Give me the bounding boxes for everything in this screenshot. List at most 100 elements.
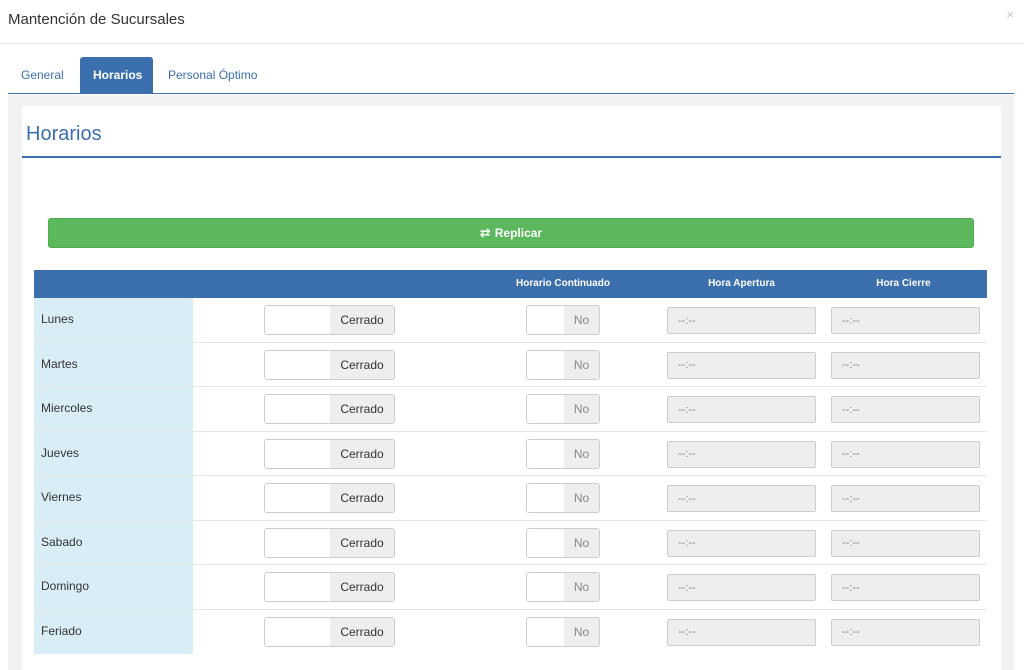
status-toggle-label: Cerrado [330, 573, 394, 601]
status-toggle[interactable]: Cerrado [264, 483, 395, 513]
opening-time-input[interactable] [667, 574, 816, 601]
table-row: Lunes Cerrado No [34, 298, 987, 343]
toggle-handle [527, 439, 565, 468]
table-header: Horario Continuado Hora Apertura Hora Ci… [34, 270, 987, 298]
modal-header: Mantención de Sucursales × [0, 0, 1024, 44]
day-cell: Domingo [34, 565, 193, 609]
opening-time-input[interactable] [667, 618, 816, 646]
status-toggle[interactable]: Cerrado [264, 438, 395, 469]
status-toggle-label: Cerrado [330, 439, 394, 468]
continuous-toggle-label: No [564, 395, 599, 423]
opening-time-input[interactable] [667, 351, 816, 379]
opening-time-input[interactable] [667, 396, 816, 423]
day-label: Miercoles [41, 401, 93, 415]
table-row: Domingo Cerrado No [34, 565, 987, 610]
continuous-toggle[interactable]: No [526, 483, 600, 513]
table-body: Lunes Cerrado No Martes Cerrado No Miercoles Ce… [34, 298, 987, 654]
continuous-toggle[interactable]: No [526, 572, 600, 602]
schedule-table: Horario Continuado Hora Apertura Hora Ci… [34, 270, 987, 654]
day-label: Lunes [41, 312, 74, 326]
header-open: Hora Apertura [708, 278, 775, 289]
status-toggle-label: Cerrado [330, 350, 394, 379]
status-toggle-label: Cerrado [330, 528, 394, 557]
day-cell: Viernes [34, 476, 193, 520]
table-row: Feriado Cerrado No [34, 609, 987, 654]
replicar-label: Replicar [494, 226, 543, 240]
section-title: Horarios [26, 123, 102, 145]
tab-personal-optimo[interactable]: Personal Óptimo [155, 57, 270, 94]
toggle-handle [527, 484, 565, 512]
day-label: Jueves [41, 445, 80, 460]
toggle-handle [265, 573, 331, 601]
closing-time-input[interactable] [831, 440, 980, 468]
closing-time-input[interactable] [831, 351, 980, 379]
closing-time-input[interactable] [831, 307, 980, 334]
continuous-toggle[interactable]: No [526, 616, 600, 647]
tab-horarios[interactable]: Horarios [80, 57, 153, 94]
status-toggle-label: Cerrado [330, 306, 394, 334]
day-cell: Jueves [34, 431, 193, 475]
status-toggle[interactable]: Cerrado [264, 394, 395, 424]
continuous-toggle[interactable]: No [526, 305, 600, 335]
toggle-handle [527, 617, 565, 646]
day-cell: Lunes [34, 298, 193, 342]
header-continuous: Horario Continuado [516, 278, 610, 289]
table-row: Sabado Cerrado No [34, 520, 987, 565]
table-row: Miercoles Cerrado No [34, 387, 987, 432]
toggle-handle [527, 395, 565, 423]
continuous-toggle-label: No [564, 573, 599, 601]
table-row: Jueves Cerrado No [34, 431, 987, 476]
toggle-handle [265, 484, 331, 512]
day-label: Sabado [41, 534, 83, 549]
day-label: Domingo [41, 579, 90, 593]
section-divider [22, 156, 1001, 158]
status-toggle[interactable]: Cerrado [264, 572, 395, 602]
toggle-handle [265, 439, 331, 468]
opening-time-input[interactable] [667, 485, 816, 512]
opening-time-input[interactable] [667, 307, 816, 334]
table-row: Martes Cerrado No [34, 342, 987, 387]
continuous-toggle-label: No [564, 350, 599, 379]
continuous-toggle[interactable]: No [526, 349, 600, 380]
closing-time-input[interactable] [831, 574, 980, 601]
day-label: Feriado [41, 623, 82, 638]
status-toggle-label: Cerrado [330, 395, 394, 423]
continuous-toggle[interactable]: No [526, 438, 600, 469]
opening-time-input[interactable] [667, 440, 816, 468]
toggle-handle [265, 306, 331, 334]
closing-time-input[interactable] [831, 485, 980, 512]
toggle-handle [527, 573, 565, 601]
tab-bar: General Horarios Personal Óptimo [8, 57, 1014, 94]
table-row: Viernes Cerrado No [34, 476, 987, 521]
toggle-handle [265, 350, 331, 379]
closing-time-input[interactable] [831, 396, 980, 423]
tab-general[interactable]: General [8, 57, 77, 94]
status-toggle-label: Cerrado [330, 617, 394, 646]
status-toggle[interactable]: Cerrado [264, 527, 395, 558]
toggle-handle [265, 528, 331, 557]
day-cell: Miercoles [34, 387, 193, 431]
day-cell: Sabado [34, 520, 193, 564]
status-toggle[interactable]: Cerrado [264, 349, 395, 380]
opening-time-input[interactable] [667, 529, 816, 557]
closing-time-input[interactable] [831, 529, 980, 557]
toggle-handle [527, 306, 565, 334]
header-status [193, 270, 463, 298]
day-label: Viernes [41, 490, 82, 504]
continuous-toggle-label: No [564, 617, 599, 646]
header-close: Hora Cierre [876, 278, 931, 289]
day-cell: Martes [34, 342, 193, 386]
continuous-toggle-label: No [564, 306, 599, 334]
status-toggle[interactable]: Cerrado [264, 305, 395, 335]
toggle-handle [265, 395, 331, 423]
toggle-handle [527, 528, 565, 557]
continuous-toggle-label: No [564, 439, 599, 468]
closing-time-input[interactable] [831, 618, 980, 646]
close-icon[interactable]: × [1006, 7, 1014, 23]
continuous-toggle-label: No [564, 528, 599, 557]
continuous-toggle[interactable]: No [526, 394, 600, 424]
status-toggle[interactable]: Cerrado [264, 616, 395, 647]
replicar-button[interactable]: ⇄ Replicar [48, 218, 974, 248]
status-toggle-label: Cerrado [330, 484, 394, 512]
continuous-toggle[interactable]: No [526, 527, 600, 558]
